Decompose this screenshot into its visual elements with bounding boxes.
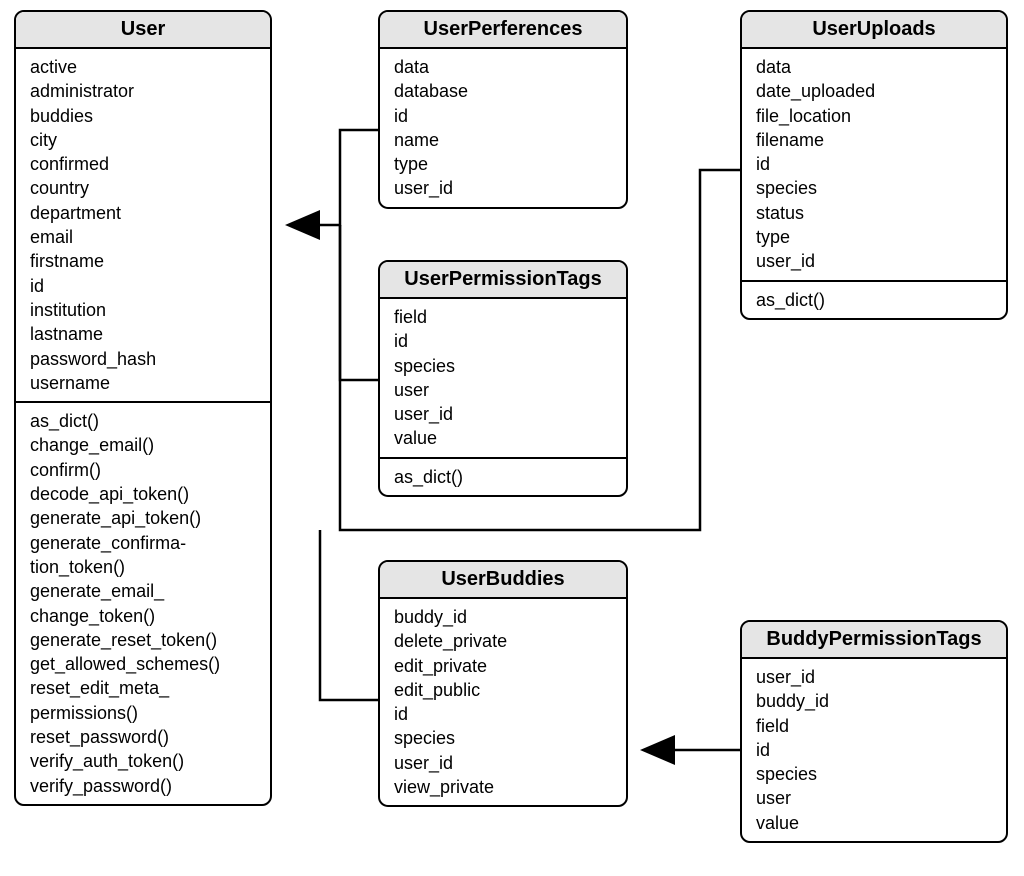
entity-userpreferences: UserPerferences datadatabaseidnametypeus… <box>378 10 628 209</box>
entity-user-attributes: activeadministratorbuddiescityconfirmedc… <box>16 49 270 401</box>
entity-userbuddies-title: UserBuddies <box>380 562 626 599</box>
entity-buddypermissiontags-title: BuddyPermissionTags <box>742 622 1006 659</box>
entity-userpermissiontags-title: UserPermissionTags <box>380 262 626 299</box>
entity-userbuddies: UserBuddies buddy_iddelete_privateedit_p… <box>378 560 628 807</box>
entity-user-methods: as_dict()change_email()confirm()decode_a… <box>16 401 270 804</box>
entity-userpermissiontags-attributes: fieldidspeciesuseruser_idvalue <box>380 299 626 457</box>
entity-buddypermissiontags-attributes: user_idbuddy_idfieldidspeciesuservalue <box>742 659 1006 841</box>
entity-user: User activeadministratorbuddiescityconfi… <box>14 10 272 806</box>
entity-userpermissiontags-methods: as_dict() <box>380 457 626 495</box>
entity-userbuddies-attributes: buddy_iddelete_privateedit_privateedit_p… <box>380 599 626 805</box>
entity-useruploads-attributes: datadate_uploadedfile_locationfilenameid… <box>742 49 1006 280</box>
entity-useruploads-methods: as_dict() <box>742 280 1006 318</box>
entity-userpermissiontags: UserPermissionTags fieldidspeciesuseruse… <box>378 260 628 497</box>
entity-useruploads: UserUploads datadate_uploadedfile_locati… <box>740 10 1008 320</box>
entity-useruploads-title: UserUploads <box>742 12 1006 49</box>
entity-buddypermissiontags: BuddyPermissionTags user_idbuddy_idfield… <box>740 620 1008 843</box>
entity-user-title: User <box>16 12 270 49</box>
entity-userpreferences-attributes: datadatabaseidnametypeuser_id <box>380 49 626 207</box>
entity-userpreferences-title: UserPerferences <box>380 12 626 49</box>
